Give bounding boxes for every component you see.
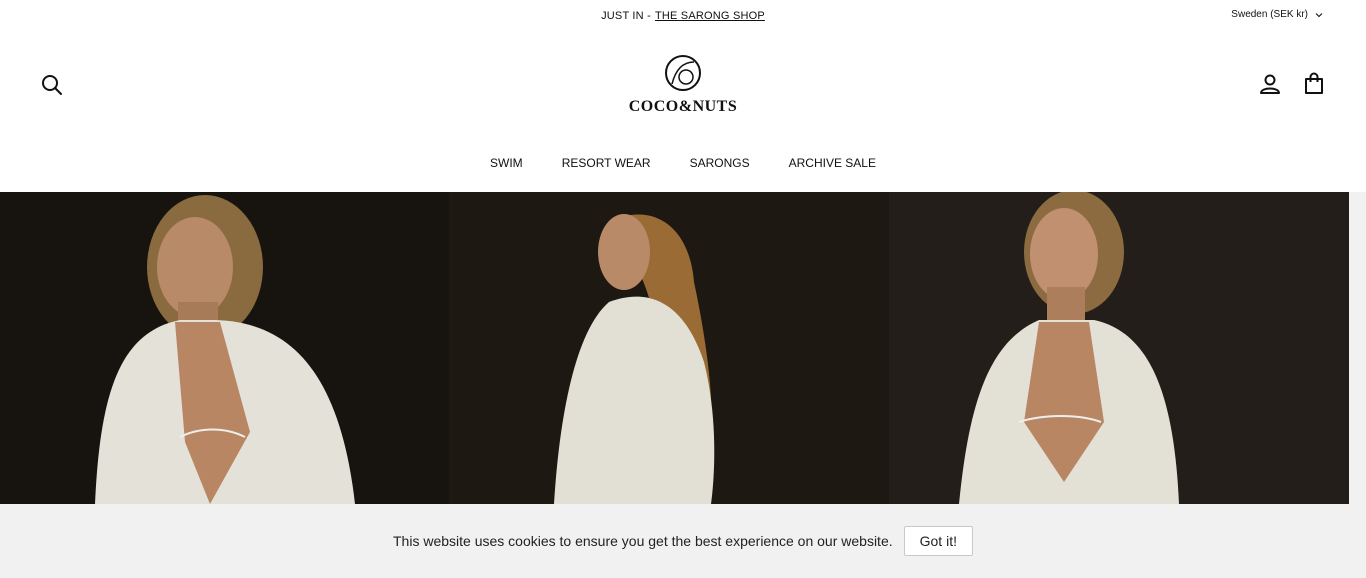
announcement-bar: JUST IN - THE SARONG SHOP <box>0 0 1366 32</box>
cookie-accept-button[interactable]: Got it! <box>903 526 973 556</box>
hero-image-2 <box>449 192 889 504</box>
main-nav: SWIM RESORT WEAR SARONGS ARCHIVE SALE <box>0 156 1366 170</box>
nav-item-sarongs[interactable]: SARONGS <box>690 156 750 170</box>
logo-mark-icon <box>665 55 701 91</box>
announcement-link[interactable]: THE SARONG SHOP <box>655 10 765 22</box>
account-icon[interactable] <box>1258 72 1282 96</box>
nav-item-swim[interactable]: SWIM <box>490 156 523 170</box>
hero-image-1 <box>0 192 449 504</box>
currency-selector[interactable]: Sweden (SEK kr) <box>1231 9 1324 20</box>
currency-label: Sweden (SEK kr) <box>1231 9 1308 20</box>
nav-item-resort-wear[interactable]: RESORT WEAR <box>562 156 651 170</box>
header-right <box>1258 72 1326 96</box>
cookie-banner: This website uses cookies to ensure you … <box>0 504 1366 578</box>
hero-banner[interactable] <box>0 192 1349 504</box>
brand-name: COCO&NUTS <box>628 98 738 115</box>
brand-logo[interactable]: COCO&NUTS <box>0 54 1366 116</box>
nav-item-archive-sale[interactable]: ARCHIVE SALE <box>789 156 876 170</box>
announcement-prefix: JUST IN - <box>601 10 651 22</box>
page: JUST IN - THE SARONG SHOP Sweden (SEK kr… <box>0 0 1366 578</box>
cart-icon[interactable] <box>1302 72 1326 96</box>
chevron-down-icon <box>1315 12 1323 17</box>
cookie-message: This website uses cookies to ensure you … <box>393 533 893 549</box>
hero-image-3 <box>889 192 1349 504</box>
